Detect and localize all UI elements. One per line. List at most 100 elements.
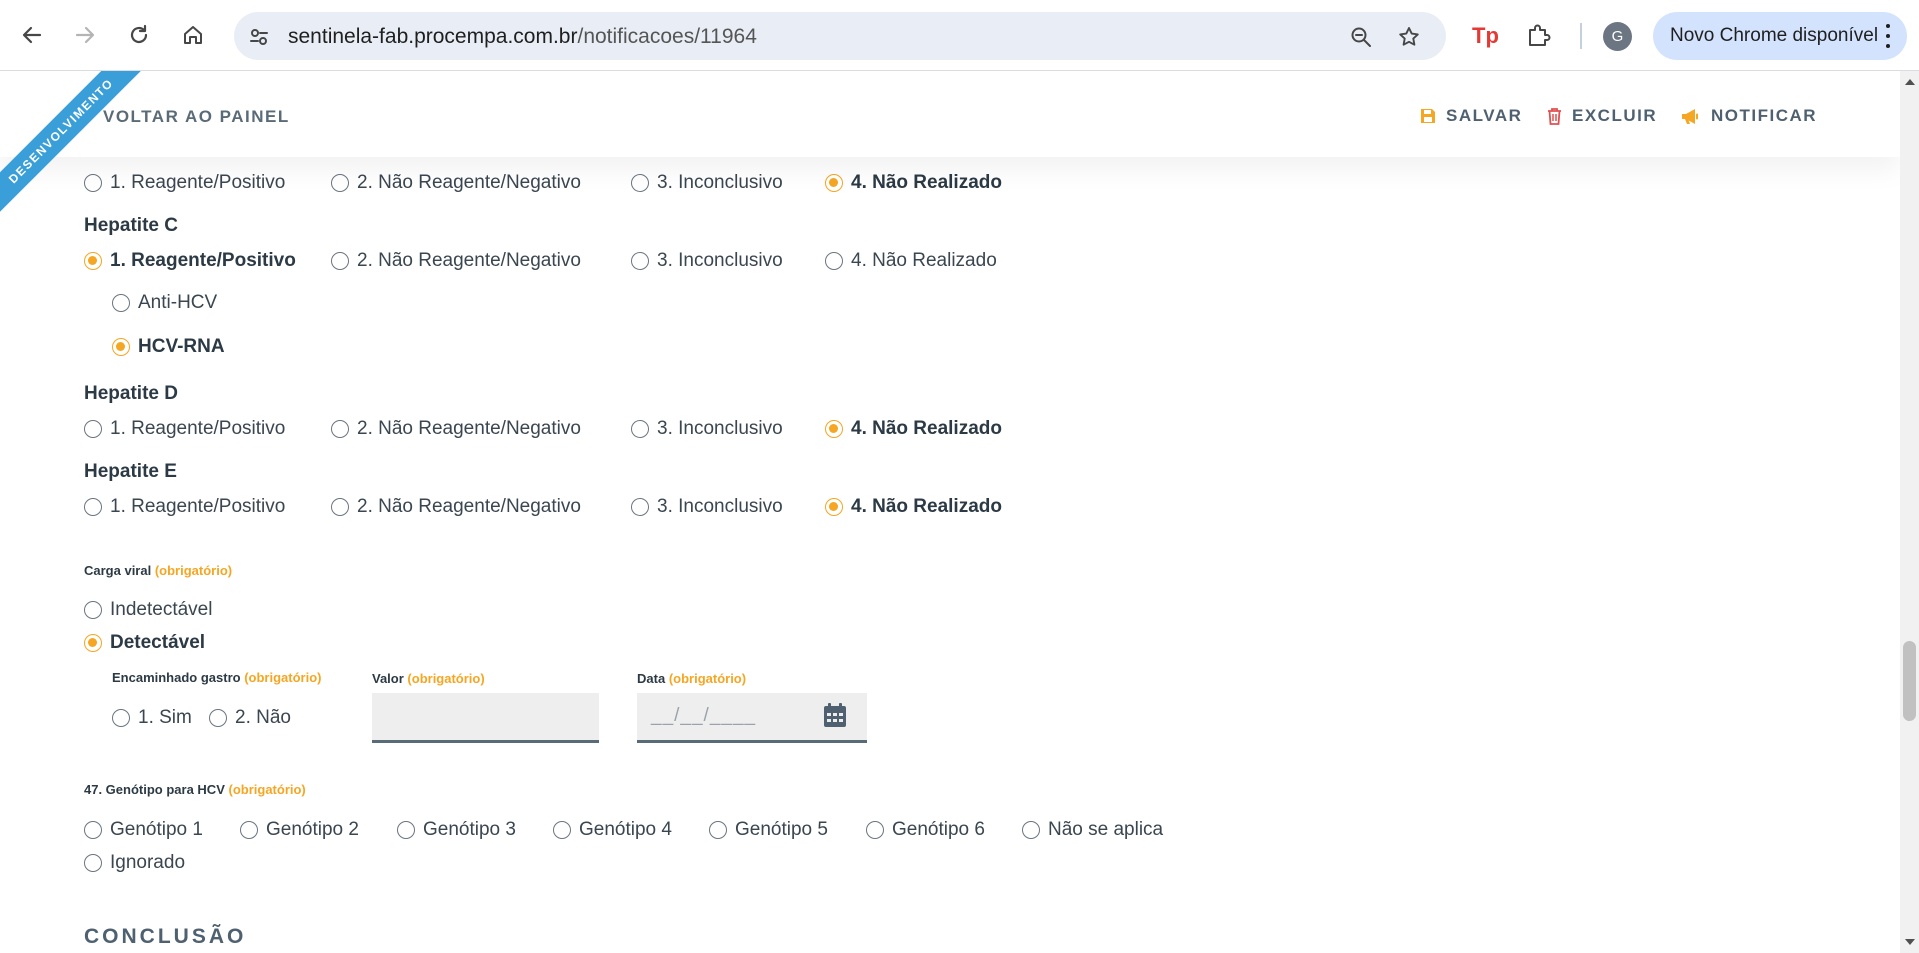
radio-button[interactable] [397, 821, 415, 839]
megaphone-icon [1682, 108, 1698, 124]
calendar-icon[interactable] [823, 702, 847, 728]
result-option[interactable]: 1. Reagente/Positivo [84, 418, 285, 440]
chrome-update-button[interactable]: Novo Chrome disponível [1653, 12, 1907, 60]
scroll-thumb[interactable] [1903, 641, 1916, 721]
valor-input[interactable] [372, 693, 599, 743]
form-content: 1. Reagente/Positivo 2. Não Reagente/Neg… [0, 71, 1900, 953]
radio-button[interactable] [84, 634, 102, 652]
result-option[interactable]: 4. Não Realizado [825, 172, 1002, 194]
radio-button[interactable] [84, 420, 102, 438]
radio-button[interactable] [331, 252, 349, 270]
radio-button[interactable] [331, 498, 349, 516]
radio-button[interactable] [331, 420, 349, 438]
delete-button[interactable]: EXCLUIR [1547, 106, 1657, 126]
result-option[interactable]: 4. Não Realizado [825, 250, 997, 272]
radio-button[interactable] [866, 821, 884, 839]
hepatitis-title: Hepatite C [84, 215, 178, 236]
detectavel-option[interactable]: Detectável [84, 632, 205, 654]
radio-button[interactable] [112, 294, 130, 312]
carga-viral-label: Carga viral (obrigatório) [84, 563, 233, 578]
radio-button[interactable] [84, 174, 102, 192]
radio-button[interactable] [825, 252, 843, 270]
notify-button[interactable]: NOTIFICAR [1681, 106, 1817, 126]
result-option[interactable]: 3. Inconclusivo [631, 250, 783, 272]
result-option[interactable]: 4. Não Realizado [825, 418, 1002, 440]
valor-label: Valor (obrigatório) [372, 671, 485, 686]
back-to-panel-link[interactable]: VOLTAR AO PAINEL [103, 107, 290, 127]
result-option[interactable]: 4. Não Realizado [825, 496, 1002, 518]
svg-text:Tp: Tp [1472, 23, 1499, 48]
radio-button[interactable] [553, 821, 571, 839]
site-settings-icon[interactable] [246, 24, 272, 50]
result-option[interactable]: 1. Reagente/Positivo [84, 496, 285, 518]
radio-button[interactable] [631, 174, 649, 192]
radio-button[interactable] [709, 821, 727, 839]
indetectavel-option[interactable]: Indetectável [84, 599, 212, 621]
genotipo-option[interactable]: Genótipo 3 [397, 819, 516, 841]
result-option[interactable]: 3. Inconclusivo [631, 418, 783, 440]
radio-button[interactable] [825, 498, 843, 516]
floppy-disk-icon [1421, 109, 1435, 123]
result-option[interactable]: 1. Reagente/Positivo [84, 250, 296, 272]
form-action-bar: VOLTAR AO PAINEL SALVAR EXCLUIR NOTIFICA… [0, 71, 1900, 157]
hepatitis-title: Hepatite D [84, 383, 178, 404]
section-title-conclusao: CONCLUSÃO [84, 925, 247, 948]
radio-button[interactable] [84, 252, 102, 270]
save-button[interactable]: SALVAR [1420, 106, 1522, 126]
save-label: SALVAR [1446, 106, 1523, 125]
radio-button[interactable] [240, 821, 258, 839]
forward-arrow-icon[interactable] [69, 19, 101, 51]
radio-button[interactable] [825, 174, 843, 192]
radio-button[interactable] [331, 174, 349, 192]
radio-button[interactable] [84, 601, 102, 619]
notify-label: NOTIFICAR [1711, 106, 1818, 125]
scroll-down-arrow-icon[interactable] [1905, 939, 1915, 945]
result-option[interactable]: 1. Reagente/Positivo [84, 172, 285, 194]
scroll-up-arrow-icon[interactable] [1905, 79, 1915, 85]
profile-avatar[interactable]: G [1603, 22, 1632, 51]
result-option[interactable]: 2. Não Reagente/Negativo [331, 496, 581, 518]
radio-button[interactable] [112, 709, 130, 727]
bookmark-star-icon[interactable] [1396, 24, 1422, 50]
anti-hcv-option[interactable]: Anti-HCV [112, 292, 217, 314]
page-viewport: DESENVOLVIMENTO VOLTAR AO PAINEL SALVAR … [0, 71, 1900, 953]
radio-button[interactable] [631, 252, 649, 270]
result-option[interactable]: 2. Não Reagente/Negativo [331, 418, 581, 440]
reload-icon[interactable] [123, 19, 155, 51]
radio-button[interactable] [1022, 821, 1040, 839]
back-arrow-icon[interactable] [16, 19, 48, 51]
result-option[interactable]: 2. Não Reagente/Negativo [331, 172, 581, 194]
genotipo-option[interactable]: Genótipo 5 [709, 819, 828, 841]
extensions-puzzle-icon[interactable] [1523, 19, 1555, 51]
genotipo-option[interactable]: Não se aplica [1022, 819, 1163, 841]
menu-dots-icon[interactable] [1885, 24, 1891, 48]
radio-button[interactable] [209, 709, 227, 727]
zoom-icon[interactable] [1348, 24, 1374, 50]
radio-button[interactable] [631, 420, 649, 438]
radio-button[interactable] [631, 498, 649, 516]
radio-button[interactable] [84, 821, 102, 839]
genotipo-option[interactable]: Genótipo 6 [866, 819, 985, 841]
date-input[interactable]: __/__/____ [637, 693, 867, 743]
radio-button[interactable] [112, 338, 130, 356]
hcv-rna-option[interactable]: HCV-RNA [112, 336, 225, 358]
result-option[interactable]: 3. Inconclusivo [631, 496, 783, 518]
genotipo-option[interactable]: Ignorado [84, 852, 185, 874]
radio-button[interactable] [825, 420, 843, 438]
result-option[interactable]: 2. Não Reagente/Negativo [331, 250, 581, 272]
address-bar[interactable]: sentinela-fab.procempa.com.br/notificaco… [234, 12, 1446, 60]
page-scrollbar[interactable] [1900, 71, 1919, 953]
trash-icon [1548, 107, 1561, 125]
genotipo-option[interactable]: Genótipo 1 [84, 819, 203, 841]
extension-tp-icon[interactable]: Tp [1469, 19, 1501, 51]
encaminhado-sim-option[interactable]: 1. Sim [112, 707, 192, 729]
genotipo-option[interactable]: Genótipo 4 [553, 819, 672, 841]
genotipo-label: 47. Genótipo para HCV (obrigatório) [84, 782, 306, 797]
radio-button[interactable] [84, 498, 102, 516]
genotipo-option[interactable]: Genótipo 2 [240, 819, 359, 841]
result-option[interactable]: 3. Inconclusivo [631, 172, 783, 194]
home-icon[interactable] [177, 19, 209, 51]
radio-button[interactable] [84, 854, 102, 872]
data-label: Data (obrigatório) [637, 671, 747, 686]
encaminhado-nao-option[interactable]: 2. Não [209, 707, 291, 729]
